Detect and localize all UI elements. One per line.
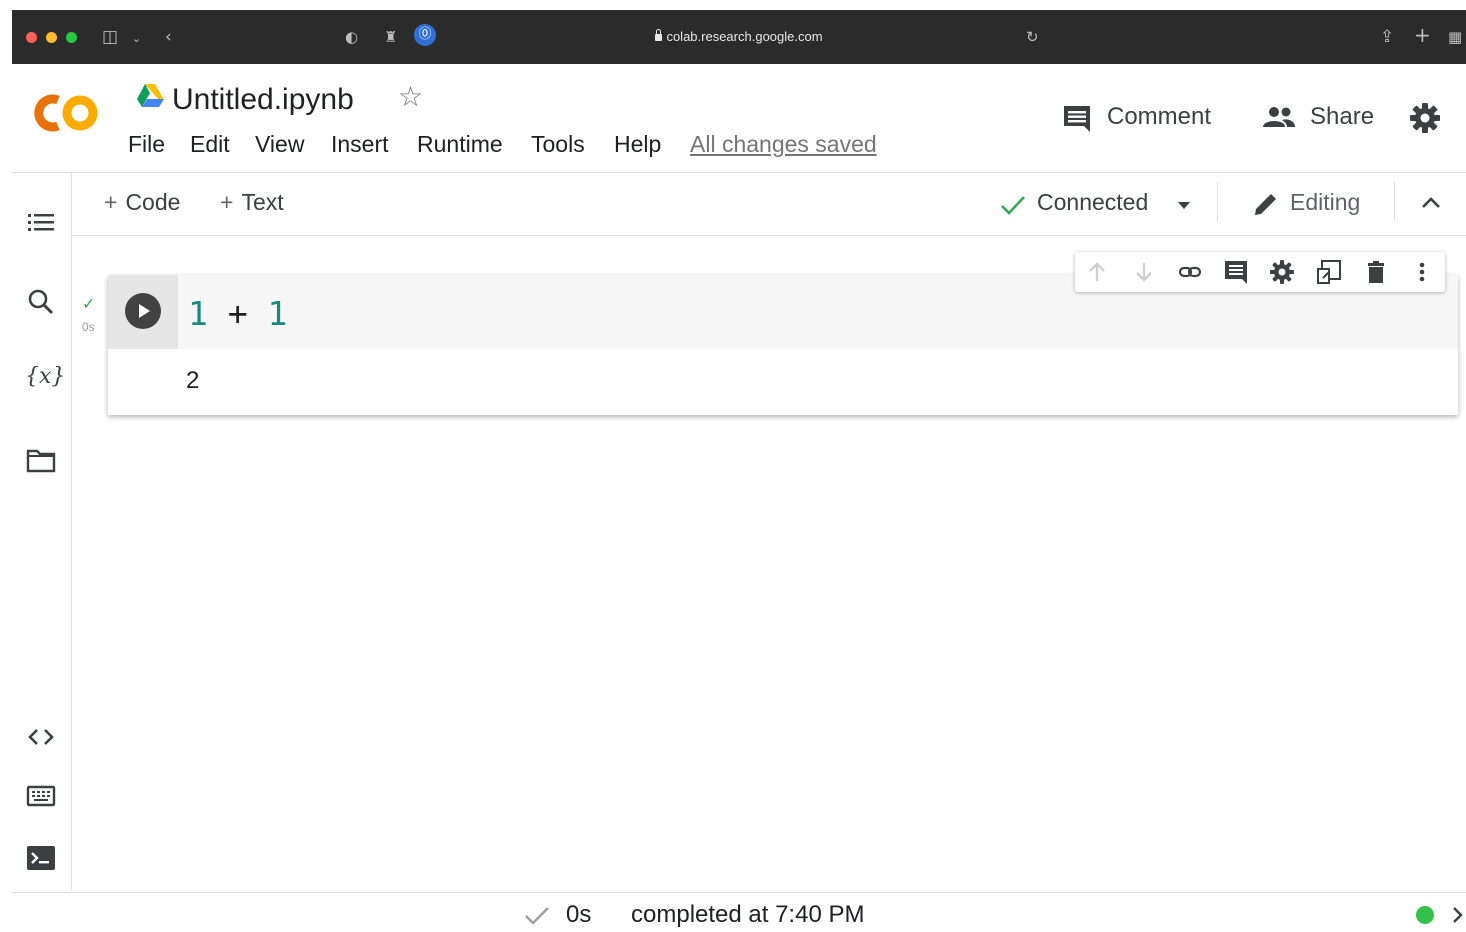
link-icon[interactable] <box>1178 260 1202 284</box>
menu-tools[interactable]: Tools <box>531 131 585 158</box>
add-code-label: Code <box>125 189 181 215</box>
cell-settings-icon[interactable] <box>1270 260 1294 284</box>
move-down-icon[interactable] <box>1132 260 1156 284</box>
tab-overview-icon[interactable]: ▦ <box>1448 26 1462 48</box>
move-up-icon[interactable] <box>1085 260 1109 284</box>
terminal-icon[interactable] <box>26 845 56 871</box>
code-snippets-icon[interactable] <box>26 725 56 749</box>
editing-mode-button[interactable]: Editing <box>1290 189 1360 216</box>
address-bar[interactable]: colab.research.google.com <box>12 29 1466 44</box>
code-token-number: 1 <box>267 294 288 333</box>
left-sidebar-rail: {x} <box>12 173 72 890</box>
settings-gear-icon[interactable] <box>1409 102 1441 134</box>
files-folder-icon[interactable] <box>26 447 56 473</box>
toolbar-separator <box>1394 182 1395 222</box>
more-vert-icon[interactable] <box>1410 260 1434 284</box>
runtime-status-dot[interactable] <box>1416 906 1434 924</box>
status-completed-text[interactable]: completed at 7:40 PM <box>631 901 864 929</box>
status-duration[interactable]: 0s <box>566 901 591 929</box>
menu-insert[interactable]: Insert <box>331 131 389 158</box>
add-text-label: Text <box>241 189 284 215</box>
search-icon[interactable] <box>26 287 56 317</box>
code-token-operator: + <box>227 294 248 333</box>
lock-icon <box>655 29 663 41</box>
comment-button[interactable]: Comment <box>1107 103 1211 131</box>
menu-view[interactable]: View <box>255 131 304 158</box>
save-status-link[interactable]: All changes saved <box>690 131 877 158</box>
command-palette-icon[interactable] <box>26 784 56 808</box>
notebook-title[interactable]: Untitled.ipynb <box>172 83 354 117</box>
comment-icon[interactable] <box>1062 104 1092 132</box>
code-line[interactable]: 1 + 1 <box>188 294 287 333</box>
google-drive-icon[interactable] <box>136 83 164 107</box>
chevron-right-icon[interactable] <box>1452 906 1464 924</box>
runtime-connected-status[interactable]: Connected <box>1037 189 1148 216</box>
star-icon[interactable]: ☆ <box>398 80 423 113</box>
menu-runtime[interactable]: Runtime <box>417 131 503 158</box>
colab-logo[interactable]: CO <box>30 88 102 138</box>
browser-toolbar: ◫ ⌄ ‹ ◐ ♜ ⓪ colab.research.google.com ↻ … <box>12 10 1466 64</box>
run-cell-button[interactable] <box>125 293 161 329</box>
cell-toolbar <box>1075 252 1445 292</box>
logo-text: CO <box>30 88 32 89</box>
mirror-cell-icon[interactable] <box>1317 260 1341 284</box>
connection-dropdown-icon[interactable] <box>1176 200 1192 210</box>
code-token-number: 1 <box>188 294 208 333</box>
menu-file[interactable]: File <box>128 131 165 158</box>
add-code-cell-button[interactable]: + Code <box>104 189 180 216</box>
header-divider <box>12 172 1466 173</box>
status-check-icon <box>525 907 549 925</box>
pencil-icon <box>1255 194 1276 215</box>
table-of-contents-icon[interactable] <box>26 211 56 235</box>
delete-icon[interactable] <box>1364 260 1388 284</box>
url-text[interactable]: colab.research.google.com <box>666 29 822 44</box>
toolbar-divider <box>72 235 1466 236</box>
code-cell[interactable]: 1 + 1 2 <box>108 275 1458 415</box>
comment-icon[interactable] <box>1224 260 1248 284</box>
add-text-cell-button[interactable]: + Text <box>220 189 284 216</box>
status-bar-divider <box>12 892 1466 893</box>
menu-edit[interactable]: Edit <box>190 131 230 158</box>
cell-executed-check-icon: ✓ <box>82 294 96 313</box>
variables-icon[interactable]: {x} <box>25 364 65 389</box>
toolbar-separator <box>1217 182 1218 222</box>
reload-icon[interactable]: ↻ <box>1026 26 1039 48</box>
plus-icon: + <box>104 189 118 215</box>
collapse-header-chevron-up-icon[interactable] <box>1420 194 1442 210</box>
share-button[interactable]: Share <box>1310 103 1374 131</box>
share-page-icon[interactable]: ⇪ <box>1380 26 1394 48</box>
menu-help[interactable]: Help <box>614 131 661 158</box>
people-icon[interactable] <box>1262 106 1296 128</box>
connected-check-icon <box>1001 196 1025 215</box>
cell-exec-time: 0s <box>82 320 95 334</box>
cell-output: 2 <box>186 367 200 394</box>
plus-icon: + <box>220 189 234 215</box>
new-tab-icon[interactable]: + <box>1414 24 1431 46</box>
